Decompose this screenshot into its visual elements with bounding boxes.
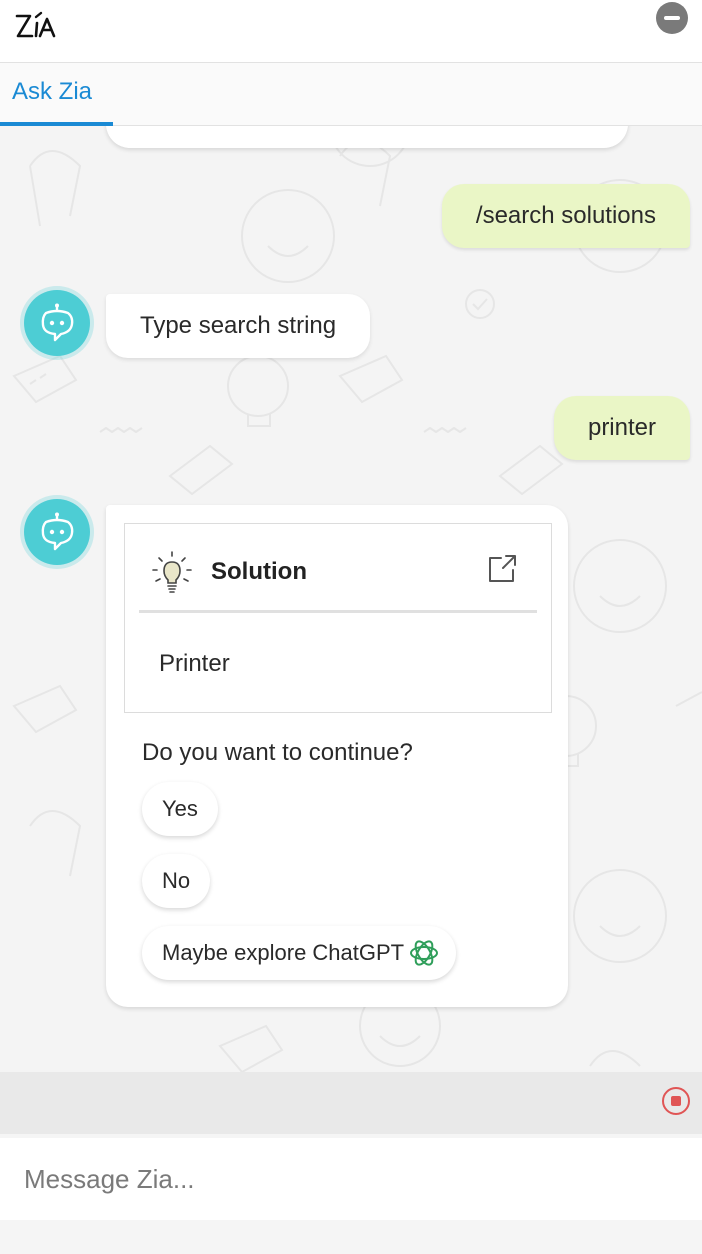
solution-card-divider: [139, 610, 537, 613]
minus-circle-icon[interactable]: [656, 2, 688, 34]
composer-status-bar: [0, 1072, 702, 1134]
bottom-strip: [0, 1220, 702, 1254]
solution-card-title: Solution: [211, 558, 307, 585]
option-label: Yes: [162, 796, 198, 821]
option-no-button[interactable]: No: [142, 854, 211, 908]
option-explore-chatgpt-button[interactable]: Maybe explore ChatGPT: [142, 926, 457, 980]
chat-thread[interactable]: /search solutions Type search string pri…: [0, 126, 702, 1072]
user-message-search-query: printer: [553, 396, 690, 460]
option-label: No: [162, 868, 191, 893]
bot-message-type-search: Type search string: [106, 294, 371, 358]
solution-result-box: Solution Printer: [124, 523, 552, 713]
stop-icon[interactable]: [662, 1087, 690, 1115]
tab-bar: Ask Zia: [0, 63, 702, 126]
user-message-search-command: /search solutions: [441, 184, 690, 248]
zia-bot-avatar: [24, 290, 90, 356]
zia-logo: [14, 6, 58, 42]
solution-result-item[interactable]: Printer: [159, 650, 230, 678]
previous-message-bubble: [106, 126, 628, 148]
bot-solution-card: Solution Printer Do you want to continue…: [106, 505, 568, 1007]
window-header: [0, 0, 702, 63]
continue-question: Do you want to continue?: [142, 739, 413, 766]
option-yes-button[interactable]: Yes: [142, 782, 218, 836]
option-label: Maybe explore ChatGPT: [162, 940, 405, 965]
chatgpt-icon: [410, 940, 439, 966]
tab-label: Ask Zia: [12, 78, 93, 105]
message-composer: [0, 1138, 702, 1220]
zia-bot-avatar: [24, 499, 90, 565]
tab-ask-zia[interactable]: Ask Zia: [0, 63, 113, 126]
lightbulb-icon: [152, 551, 192, 593]
message-input[interactable]: [0, 1138, 702, 1220]
external-link-icon[interactable]: [487, 554, 517, 584]
